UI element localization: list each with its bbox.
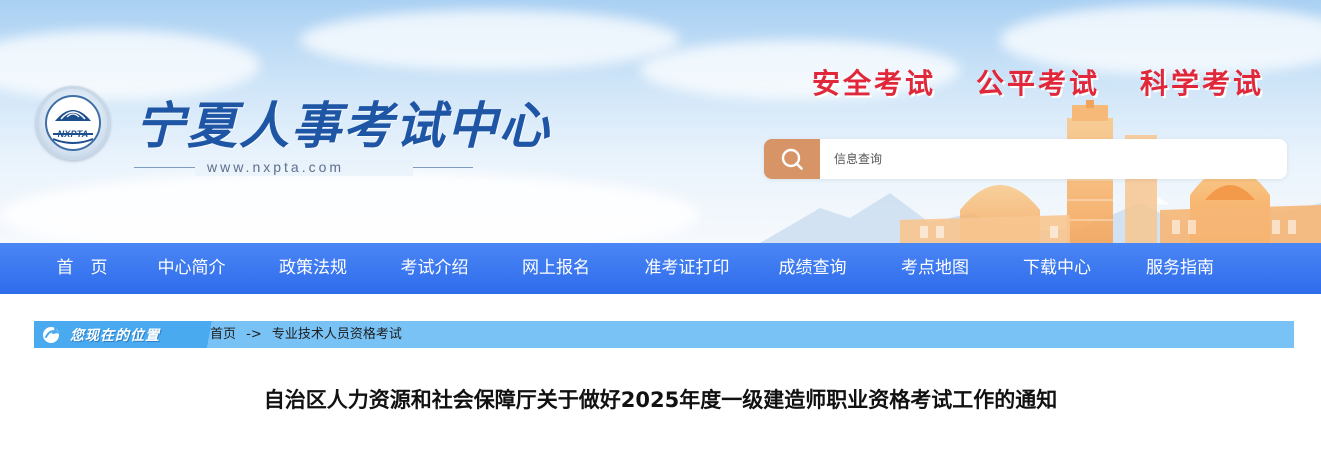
article-title: 自治区人力资源和社会保障厅关于做好2025年度一级建造师职业资格考试工作的通知 bbox=[263, 388, 1058, 412]
search-input[interactable] bbox=[820, 139, 1287, 179]
slogan-safe-exam: 安全考试 bbox=[812, 67, 937, 100]
slogan-group: 安全考试 公平考试 科学考试 bbox=[812, 62, 1264, 102]
nav-item-exam-intro[interactable]: 考试介绍 bbox=[372, 243, 497, 294]
nav-item-about[interactable]: 中心简介 bbox=[129, 243, 254, 294]
location-arrow-icon bbox=[43, 326, 60, 343]
breadcrumb-home-link[interactable]: 首页 bbox=[210, 327, 236, 342]
breadcrumb-current-link[interactable]: 专业技术人员资格考试 bbox=[272, 327, 402, 342]
breadcrumb-path: 首页 -> 专业技术人员资格考试 bbox=[210, 321, 402, 348]
slogan-fair-exam: 公平考试 bbox=[976, 67, 1101, 100]
nav-item-exam-site-map[interactable]: 考点地图 bbox=[866, 243, 1004, 294]
nav-item-service-guide[interactable]: 服务指南 bbox=[1110, 243, 1250, 294]
breadcrumb-separator: -> bbox=[246, 327, 262, 342]
pagoda-icon bbox=[52, 110, 94, 144]
nav-item-policies[interactable]: 政策法规 bbox=[254, 243, 372, 294]
nav-item-admission-ticket[interactable]: 准考证打印 bbox=[615, 243, 759, 294]
logo-emblem-inner: NXPTA bbox=[45, 95, 101, 151]
nav-item-online-registration[interactable]: 网上报名 bbox=[497, 243, 615, 294]
nav-item-home[interactable]: 首 页 bbox=[35, 243, 129, 294]
slogan-scientific-exam: 科学考试 bbox=[1140, 67, 1265, 100]
main-navigation: 首 页 中心简介 政策法规 考试介绍 网上报名 准考证打印 成绩查询 考点地图 … bbox=[0, 243, 1321, 294]
cloud-decoration bbox=[300, 10, 680, 70]
logo-abbreviation: NXPTA bbox=[57, 129, 89, 139]
site-name[interactable]: 宁夏人事考试中心 bbox=[135, 86, 551, 158]
header-banner: NXPTA 宁夏人事考试中心 www.nxpta.com 安全考试 公平考试 科… bbox=[0, 0, 1321, 243]
nav-item-downloads[interactable]: 下载中心 bbox=[1004, 243, 1110, 294]
breadcrumb: 您现在的位置 首页 -> 专业技术人员资格考试 bbox=[34, 321, 1294, 348]
search-icon bbox=[781, 148, 803, 170]
site-url: www.nxpta.com bbox=[207, 159, 345, 175]
breadcrumb-label: 您现在的位置 bbox=[34, 321, 196, 348]
breadcrumb-label-text: 您现在的位置 bbox=[70, 327, 160, 344]
site-logo[interactable]: NXPTA bbox=[36, 86, 110, 160]
cloud-decoration bbox=[0, 170, 700, 243]
search-button[interactable] bbox=[764, 139, 820, 179]
search-box bbox=[764, 139, 1287, 179]
nav-item-score-query[interactable]: 成绩查询 bbox=[759, 243, 866, 294]
